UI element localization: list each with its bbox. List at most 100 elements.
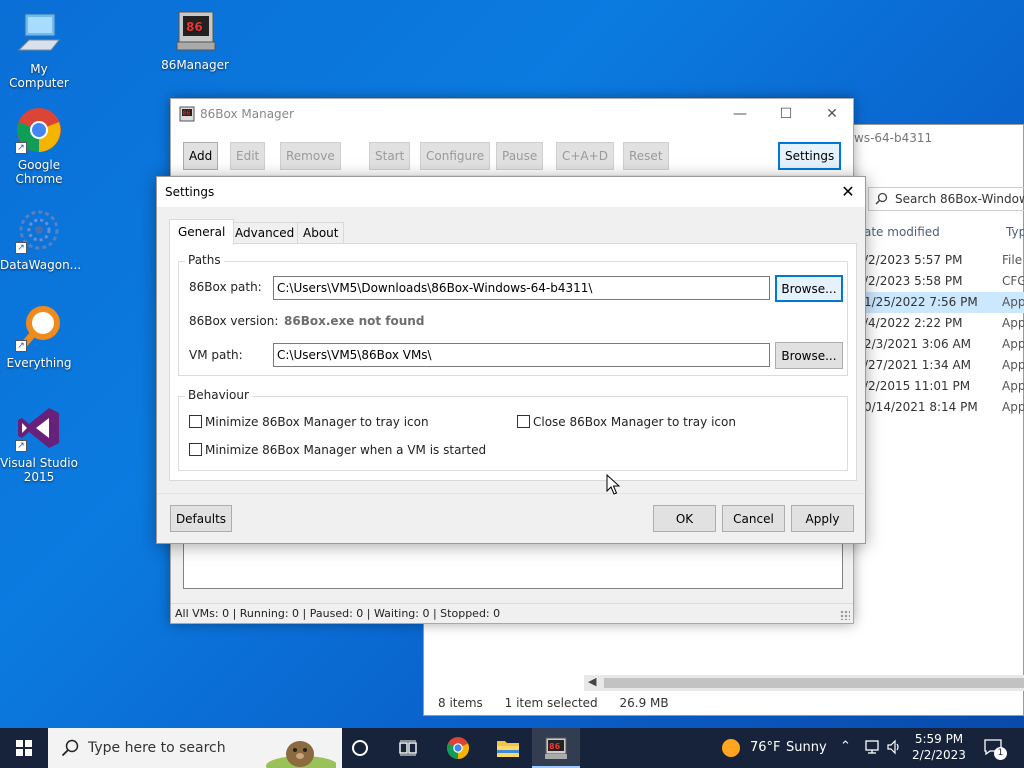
tab-about[interactable]: About: [297, 222, 345, 244]
windows-logo-icon: [16, 740, 32, 759]
add-button[interactable]: Add: [183, 142, 219, 170]
desktop-icon-everything[interactable]: ↗ Everything: [0, 304, 78, 370]
defaults-button[interactable]: Defaults: [170, 505, 232, 532]
checkbox-unchecked-icon[interactable]: [189, 415, 202, 428]
checkbox-unchecked-icon[interactable]: [189, 443, 202, 456]
file-row[interactable]: /2/2015 11:01 PM App: [864, 376, 1024, 397]
close-icon: ✕: [826, 106, 838, 122]
search-icon: [61, 739, 79, 760]
file-row[interactable]: /2/2023 5:58 PM CFG: [864, 271, 1024, 292]
general-tab-panel: Paths 86Box path: Browse... 86Box versio…: [169, 243, 857, 481]
paths-group: Paths 86Box path: Browse... 86Box versio…: [178, 253, 848, 376]
taskbar-search-box[interactable]: Type here to search: [48, 728, 342, 768]
desktop-icon-label: Visual Studio 2015: [0, 456, 78, 484]
86box-path-input[interactable]: [273, 276, 770, 300]
pause-button[interactable]: Pause: [496, 142, 544, 170]
minimize-on-vm-start-checkbox[interactable]: Minimize 86Box Manager when a VM is star…: [189, 443, 486, 459]
everything-search-icon: ↗: [15, 304, 63, 352]
file-date: 0/14/2021 8:14 PM: [864, 400, 978, 414]
browse-86box-path-button[interactable]: Browse...: [775, 275, 843, 302]
behaviour-group: Behaviour Minimize 86Box Manager to tray…: [178, 388, 848, 471]
file-type: App: [1002, 295, 1024, 309]
svg-text:86: 86: [183, 110, 191, 117]
file-row-selected[interactable]: 1/25/2022 7:56 PM App: [864, 292, 1024, 313]
notification-count-badge: 1: [994, 747, 1007, 760]
minimize-icon: —: [733, 106, 747, 122]
explorer-search-input[interactable]: Search 86Box-Windows-6: [868, 187, 1024, 211]
desktop-icon-visual-studio[interactable]: ↗ Visual Studio 2015: [0, 404, 78, 484]
start-button[interactable]: [0, 728, 48, 768]
search-icon: [875, 192, 888, 208]
tab-advanced[interactable]: Advanced: [229, 222, 301, 244]
file-row[interactable]: /2/2023 5:57 PM File: [864, 250, 1024, 271]
desktop-icon-chrome[interactable]: ↗ Google Chrome: [0, 106, 78, 186]
vm-path-input[interactable]: [273, 343, 770, 367]
settings-title-bar[interactable]: Settings ✕: [157, 177, 865, 207]
manager-title-bar[interactable]: 86 86Box Manager — ☐ ✕: [171, 99, 853, 129]
scrollbar-thumb[interactable]: [604, 678, 1024, 688]
vm-list[interactable]: [183, 539, 843, 589]
cortana-button[interactable]: [336, 728, 384, 768]
column-header-date-modified[interactable]: ate modified: [864, 225, 940, 239]
file-row[interactable]: 2/3/2021 3:06 AM App: [864, 334, 1024, 355]
close-to-tray-checkbox[interactable]: Close 86Box Manager to tray icon: [517, 415, 736, 431]
scroll-left-arrow-icon[interactable]: ◀: [588, 675, 596, 688]
tab-general[interactable]: General: [169, 219, 235, 245]
selection-size: 26.9 MB: [619, 696, 669, 710]
settings-dialog[interactable]: Settings ✕ General Advanced About Paths …: [156, 176, 866, 544]
file-type: App: [1002, 316, 1024, 330]
sun-icon: [722, 739, 740, 757]
desktop-icon-datawagon[interactable]: ↗ DataWagon...: [0, 206, 82, 272]
task-view-icon: [399, 740, 417, 759]
column-header-type[interactable]: Typ: [1006, 225, 1024, 239]
checkbox-unchecked-icon[interactable]: [517, 415, 530, 428]
file-type: App: [1002, 379, 1024, 393]
manager-toolbar: Add Edit Remove Start Configure Pause C+…: [171, 129, 853, 175]
configure-button[interactable]: Configure: [420, 142, 491, 170]
edit-button[interactable]: Edit: [230, 142, 266, 170]
weather-temp: 76°F: [750, 740, 781, 755]
start-button[interactable]: Start: [369, 142, 411, 170]
file-date: /2/2023 5:57 PM: [864, 253, 963, 267]
resize-grip-icon[interactable]: [840, 610, 850, 620]
horizontal-scrollbar[interactable]: ◀: [584, 675, 1024, 691]
desktop-icon-label: Everything: [6, 356, 72, 370]
desktop: My Computer 86 86Manager ↗ Google Chrome…: [0, 0, 1024, 728]
cancel-button[interactable]: Cancel: [722, 505, 785, 532]
ok-button[interactable]: OK: [653, 505, 716, 532]
volume-icon[interactable]: [886, 739, 902, 759]
task-view-button[interactable]: [384, 728, 432, 768]
file-date: /27/2021 1:34 AM: [864, 358, 972, 372]
remove-button[interactable]: Remove: [280, 142, 341, 170]
taskbar-file-explorer[interactable]: [484, 728, 532, 768]
taskbar-86box-manager[interactable]: 86: [532, 728, 580, 768]
paths-legend: Paths: [185, 253, 224, 267]
cortana-circle-icon: [352, 740, 368, 756]
maximize-button[interactable]: ☐: [763, 99, 809, 129]
browse-vm-path-button[interactable]: Browse...: [775, 342, 843, 369]
settings-close-button[interactable]: ✕: [833, 177, 863, 207]
desktop-icon-my-computer[interactable]: My Computer: [0, 10, 78, 90]
file-row[interactable]: 0/14/2021 8:14 PM App: [864, 397, 1024, 418]
86box-version-label: 86Box version:: [189, 314, 279, 328]
file-row[interactable]: /4/2022 2:22 PM App: [864, 313, 1024, 334]
settings-button[interactable]: Settings: [778, 142, 842, 170]
network-icon[interactable]: [864, 739, 880, 759]
behaviour-legend: Behaviour: [185, 388, 252, 402]
ctrl-alt-del-button[interactable]: C+A+D: [556, 142, 614, 170]
desktop-icon-86manager[interactable]: 86 86Manager: [156, 6, 234, 72]
close-button[interactable]: ✕: [809, 99, 855, 129]
reset-button[interactable]: Reset: [623, 142, 669, 170]
search-highlight-groundhog-icon: [264, 730, 338, 768]
desktop-icon-label: 86Manager: [161, 58, 229, 72]
clock[interactable]: 5:59 PM 2/2/2023: [906, 728, 972, 768]
action-center-button[interactable]: 1: [978, 728, 1024, 768]
minimize-to-tray-checkbox[interactable]: Minimize 86Box Manager to tray icon: [189, 415, 429, 431]
desktop-icon-label: DataWagon...: [0, 258, 82, 272]
close-icon: ✕: [841, 182, 855, 201]
chevron-up-icon[interactable]: ⌃: [840, 739, 851, 754]
minimize-button[interactable]: —: [717, 99, 763, 129]
file-row[interactable]: /27/2021 1:34 AM App: [864, 355, 1024, 376]
taskbar-chrome[interactable]: [434, 728, 482, 768]
apply-button[interactable]: Apply: [791, 505, 854, 532]
